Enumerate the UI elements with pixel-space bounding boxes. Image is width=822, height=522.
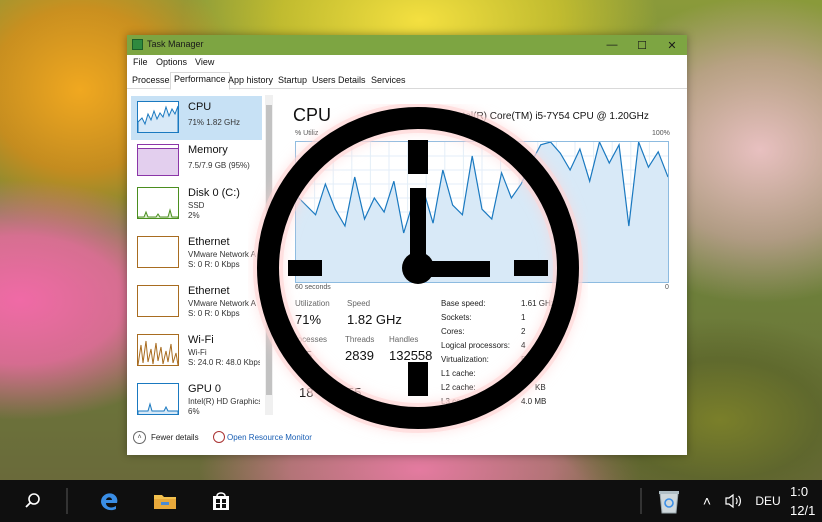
sidebar-item-ethernet-2[interactable]: Ethernet VMware Network A S: 0 R: 0 Kbps [131, 280, 262, 324]
title-bar[interactable]: Task Manager — ☐ ✕ [127, 35, 687, 55]
search-icon [25, 493, 40, 508]
tab-details[interactable]: Details [335, 74, 369, 86]
file-explorer-button[interactable] [148, 480, 182, 522]
wifi-thumbnail [137, 334, 179, 366]
sidebar-item-detail: SSD [188, 201, 205, 210]
tab-services[interactable]: Services [368, 74, 409, 86]
clock-time: 1:0 [790, 484, 809, 499]
sidebar-item-name: Ethernet [188, 285, 230, 297]
resource-monitor-icon [213, 431, 225, 443]
sidebar-item-detail: 71% 1.82 GHz [188, 118, 241, 127]
fewer-details-link[interactable]: Fewer details [151, 433, 199, 442]
sidebar-item-name: Memory [188, 144, 228, 156]
clock-icon [253, 104, 583, 433]
search-button[interactable] [16, 480, 50, 522]
speaker-icon [725, 493, 741, 509]
folder-icon [154, 495, 176, 509]
clock-date: 12/1 [790, 503, 816, 518]
graph-label-right: 100% [652, 130, 670, 137]
taskbar-separator [640, 488, 642, 514]
store-icon [213, 492, 229, 510]
recycle-bin-icon [659, 491, 679, 514]
language-indicator[interactable]: DEU [752, 480, 784, 522]
sidebar-item-detail: VMware Network A [188, 299, 257, 308]
tab-performance[interactable]: Performance [170, 72, 230, 90]
window-title: Task Manager [147, 39, 204, 49]
menu-bar: File Options View [127, 55, 687, 71]
edge-button[interactable] [92, 480, 126, 522]
minimize-button[interactable]: — [597, 35, 627, 55]
graph-time-right: 0 [665, 284, 669, 291]
gpu-thumbnail [137, 383, 179, 415]
sidebar-item-name: Wi-Fi [188, 334, 214, 346]
store-button[interactable] [204, 480, 238, 522]
sidebar-item-detail: S: 0 R: 0 Kbps [188, 260, 240, 269]
tab-startup[interactable]: Startup [275, 74, 310, 86]
sidebar-item-cpu[interactable]: CPU 71% 1.82 GHz [131, 96, 262, 140]
recycle-bin-button[interactable] [652, 480, 686, 522]
sidebar-item-gpu[interactable]: GPU 0 Intel(R) HD Graphics 6% [131, 378, 262, 422]
volume-button[interactable] [722, 480, 746, 522]
sidebar-item-detail: Wi-Fi [188, 348, 207, 357]
sidebar-item-name: Disk 0 (C:) [188, 187, 240, 199]
tab-app-history[interactable]: App history [225, 74, 276, 86]
memory-thumbnail [137, 144, 179, 176]
task-manager-icon [132, 39, 143, 50]
taskbar-separator [66, 488, 68, 514]
sidebar-item-detail: VMware Network A [188, 250, 257, 259]
sidebar-item-name: CPU [188, 101, 212, 113]
maximize-button[interactable]: ☐ [627, 35, 657, 55]
edge-icon [101, 493, 118, 511]
sidebar-item-detail: 7.5/7.9 GB (95%) [188, 161, 250, 170]
menu-file[interactable]: File [133, 57, 148, 67]
disk-thumbnail [137, 187, 179, 219]
sidebar-item-detail: 2% [188, 211, 200, 220]
sidebar-item-detail: S: 0 R: 0 Kbps [188, 309, 240, 318]
show-hidden-icons-button[interactable]: ˄ [696, 480, 718, 522]
sidebar-item-name: Ethernet [188, 236, 230, 248]
taskbar-clock[interactable]: 1:0 12/1 [790, 482, 815, 520]
sidebar-item-detail: 6% [188, 407, 200, 416]
chevron-up-icon[interactable]: ˄ [133, 431, 146, 444]
sidebar-item-wifi[interactable]: Wi-Fi Wi-Fi S: 24.0 R: 48.0 Kbps [131, 329, 262, 373]
menu-options[interactable]: Options [156, 57, 187, 67]
tab-bar: Processes Performance App history Startu… [127, 72, 687, 90]
sidebar-item-ethernet-1[interactable]: Ethernet VMware Network A S: 0 R: 0 Kbps [131, 231, 262, 275]
chevron-up-icon: ˄ [702, 493, 712, 509]
cpu-thumbnail [137, 101, 179, 133]
taskbar: ˄ DEU 1:0 12/1 [0, 480, 822, 522]
sidebar-item-name: GPU 0 [188, 383, 222, 395]
sidebar-item-memory[interactable]: Memory 7.5/7.9 GB (95%) [131, 139, 262, 183]
close-button[interactable]: ✕ [657, 35, 687, 55]
sidebar-item-disk[interactable]: Disk 0 (C:) SSD 2% [131, 182, 262, 226]
menu-view[interactable]: View [195, 57, 214, 67]
ethernet-thumbnail [137, 236, 179, 268]
ethernet-thumbnail [137, 285, 179, 317]
